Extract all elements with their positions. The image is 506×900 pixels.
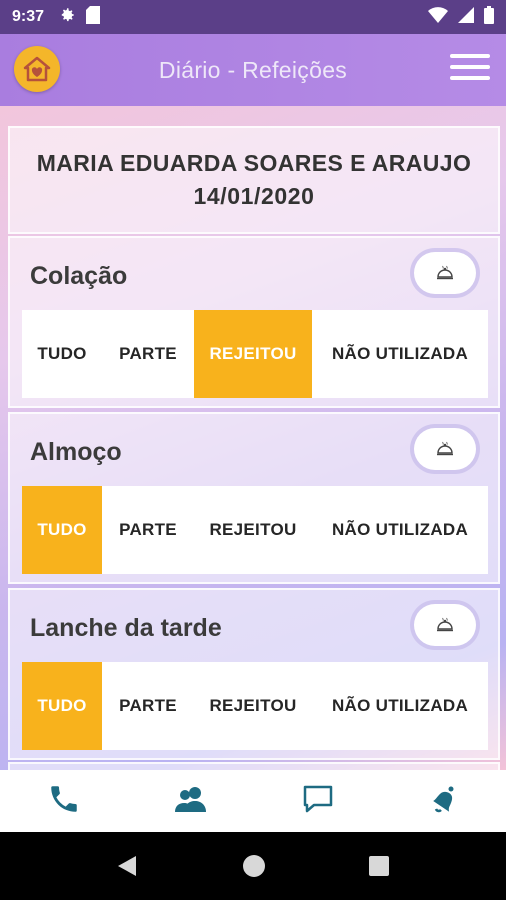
food-cloche-icon[interactable] xyxy=(414,604,476,646)
food-cloche-icon[interactable] xyxy=(414,428,476,470)
food-cloche-icon[interactable] xyxy=(414,252,476,294)
page-title: Diário - Refeições xyxy=(158,56,348,83)
battery-icon xyxy=(484,5,494,29)
option-nao-utilizada[interactable]: NÃO UTILIZADA xyxy=(312,310,488,398)
home-heart-icon[interactable] xyxy=(14,46,60,92)
sd-card-icon xyxy=(86,5,101,29)
consumption-options: TUDO PARTE REJEITOU NÃO UTILIZADA xyxy=(22,310,488,398)
meal-diary-content: MARIA EDUARDA SOARES E ARAUJO 14/01/2020… xyxy=(0,106,506,770)
recent-apps-icon[interactable] xyxy=(369,856,389,876)
gear-icon xyxy=(58,6,76,29)
bottom-navigation xyxy=(0,770,506,832)
meal-title: Colação xyxy=(30,262,128,290)
phone-icon[interactable] xyxy=(47,782,81,821)
home-circle-icon[interactable] xyxy=(243,855,265,877)
student-header-card: MARIA EDUARDA SOARES E ARAUJO 14/01/2020 xyxy=(8,126,500,234)
chat-icon[interactable] xyxy=(302,784,334,819)
option-parte[interactable]: PARTE xyxy=(102,662,194,750)
option-rejeitou[interactable]: REJEITOU xyxy=(194,486,312,574)
option-parte[interactable]: PARTE xyxy=(102,310,194,398)
back-icon[interactable] xyxy=(116,854,138,883)
consumption-options: TUDO PARTE REJEITOU NÃO UTILIZADA xyxy=(22,486,488,574)
notification-bell-icon[interactable] xyxy=(427,783,459,820)
option-rejeitou[interactable]: REJEITOU xyxy=(194,310,312,398)
status-bar: 9:37 xyxy=(0,0,506,34)
contacts-icon[interactable] xyxy=(174,784,208,819)
option-tudo[interactable]: TUDO xyxy=(22,486,102,574)
meal-title: Lanche da tarde xyxy=(30,614,222,642)
meal-card-partial xyxy=(8,762,500,770)
option-tudo[interactable]: TUDO xyxy=(22,310,102,398)
student-name: MARIA EDUARDA SOARES E ARAUJO xyxy=(36,150,472,176)
diary-date: 14/01/2020 xyxy=(193,183,315,209)
option-tudo[interactable]: TUDO xyxy=(22,662,102,750)
option-parte[interactable]: PARTE xyxy=(102,486,194,574)
meal-card: Almoço TUDO PARTE REJEITOU NÃO UTILIZADA xyxy=(8,412,500,584)
hamburger-menu-icon[interactable] xyxy=(450,54,490,84)
meal-card: Lanche da tarde TUDO PARTE REJEITOU NÃO UTIL… xyxy=(8,588,500,760)
wifi-icon xyxy=(428,6,448,28)
app-bar: Diário - Refeições xyxy=(0,34,506,106)
system-navigation-bar xyxy=(0,832,506,900)
consumption-options: TUDO PARTE REJEITOU NÃO UTILIZADA xyxy=(22,662,488,750)
option-nao-utilizada[interactable]: NÃO UTILIZADA xyxy=(312,486,488,574)
signal-icon xyxy=(458,6,474,28)
meal-title: Almoço xyxy=(30,438,122,466)
option-rejeitou[interactable]: REJEITOU xyxy=(194,662,312,750)
meal-card: Colação TUDO PARTE REJEITOU NÃO UTILIZADA xyxy=(8,236,500,408)
status-time: 9:37 xyxy=(12,8,45,25)
option-nao-utilizada[interactable]: NÃO UTILIZADA xyxy=(312,662,488,750)
